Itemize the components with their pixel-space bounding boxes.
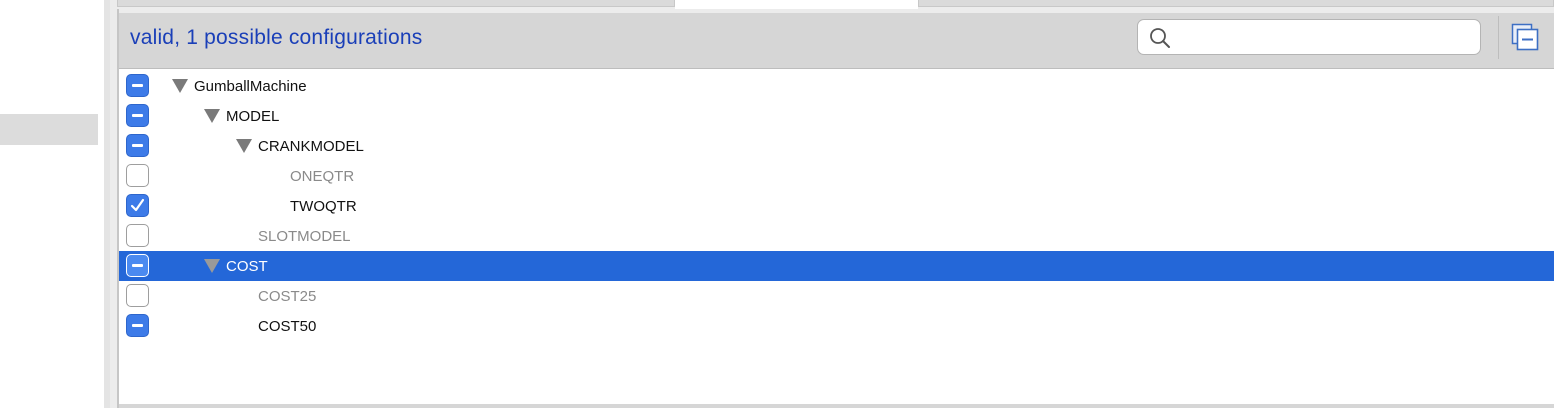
- tree-item-label: SLOTMODEL: [258, 228, 351, 245]
- left-sidebar: [0, 0, 104, 408]
- checkbox-mixed[interactable]: [126, 134, 149, 157]
- tree-item-label: GumballMachine: [194, 78, 307, 95]
- configuration-header: valid, 1 possible configurations: [119, 13, 1554, 69]
- tab-bar: [117, 0, 1554, 9]
- configuration-status: valid, 1 possible configurations: [130, 26, 423, 49]
- search-icon: [1150, 28, 1170, 48]
- checkbox-unchecked[interactable]: [126, 224, 149, 247]
- sidebar-selected-item[interactable]: [0, 114, 98, 145]
- checkbox-mixed[interactable]: [126, 74, 149, 97]
- tree-bottom-border: [119, 404, 1554, 408]
- checkmark-icon: [130, 198, 145, 212]
- checkbox-unchecked[interactable]: [126, 284, 149, 307]
- checkbox-mixed[interactable]: [126, 314, 149, 337]
- tab-left[interactable]: [117, 0, 675, 7]
- search-input[interactable]: [1178, 24, 1472, 52]
- triangle-down-icon[interactable]: [236, 139, 252, 153]
- triangle-down-icon[interactable]: [204, 109, 220, 123]
- feature-tree: GumballMachine MODEL CRANKMODEL ONEQTR TWOQT…: [119, 69, 1554, 405]
- tree-row[interactable]: TWOQTR: [119, 191, 1554, 221]
- tree-row[interactable]: ONEQTR: [119, 161, 1554, 191]
- tree-item-label: MODEL: [226, 108, 280, 125]
- tree-item-label: CRANKMODEL: [258, 138, 364, 155]
- search-box[interactable]: [1137, 19, 1481, 55]
- triangle-down-icon[interactable]: [172, 79, 188, 93]
- checkbox-mixed[interactable]: [126, 254, 149, 277]
- tree-row[interactable]: SLOTMODEL: [119, 221, 1554, 251]
- tree-row-selected[interactable]: COST: [119, 251, 1554, 281]
- tree-item-label: TWOQTR: [290, 198, 357, 215]
- tree-item-label: COST: [226, 258, 268, 275]
- checkbox-checked[interactable]: [126, 194, 149, 217]
- tab-right[interactable]: [918, 0, 1554, 7]
- collapse-all-icon[interactable]: [1511, 23, 1539, 51]
- tree-item-label: COST25: [258, 288, 317, 305]
- tree-item-label: COST50: [258, 318, 317, 335]
- tree-row[interactable]: GumballMachine: [119, 71, 1554, 101]
- tree-row[interactable]: COST50: [119, 311, 1554, 341]
- tab-active[interactable]: [675, 0, 918, 9]
- checkbox-mixed[interactable]: [126, 104, 149, 127]
- tree-row[interactable]: COST25: [119, 281, 1554, 311]
- triangle-down-icon[interactable]: [204, 259, 220, 273]
- tree-row[interactable]: MODEL: [119, 101, 1554, 131]
- panel-border: [110, 0, 117, 408]
- checkbox-unchecked[interactable]: [126, 164, 149, 187]
- tree-row[interactable]: CRANKMODEL: [119, 131, 1554, 161]
- tree-item-label: ONEQTR: [290, 168, 355, 185]
- header-separator: [1498, 16, 1499, 59]
